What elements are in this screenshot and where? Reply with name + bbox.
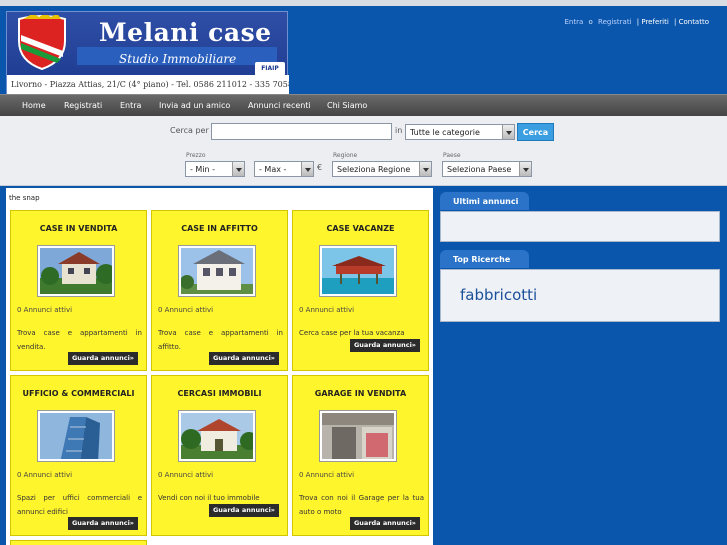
top-ricerche-tab[interactable]: Top Ricerche: [440, 250, 529, 268]
view-listings-button[interactable]: Guarda annunci»: [209, 504, 279, 517]
card-count: 0 Annunci attivi: [299, 306, 355, 314]
view-listings-button[interactable]: Guarda annunci»: [68, 352, 138, 365]
in-label: in: [395, 126, 403, 135]
view-listings-button[interactable]: Guarda annunci»: [350, 517, 420, 530]
card-description: Spazi per uffici commerciali e annunci e…: [17, 494, 142, 516]
regione-select-value: Seleziona Regione: [337, 165, 411, 174]
paese-select[interactable]: Seleziona Paese: [442, 161, 532, 177]
register-link[interactable]: Registrati: [598, 18, 632, 26]
nav-entra[interactable]: Entra: [120, 95, 141, 117]
card-count: 0 Annunci attivi: [158, 471, 214, 479]
property-photo[interactable]: [179, 246, 255, 296]
address-line: Livorno - Piazza Attias, 21/C (4° piano)…: [7, 75, 289, 95]
card-description: Cerca case per la tua vacanza: [299, 329, 405, 337]
ultimi-annunci-box: Ultimi annunci: [440, 192, 720, 242]
chevron-down-icon: [419, 162, 431, 176]
site-header: Melani case Studio Immobiliare FIAIP Liv…: [0, 6, 727, 95]
top-links: Entra o Registrati | Preferiti | Contatt…: [561, 18, 709, 26]
top-ricerche-box: Top Ricerche fabbricotti: [440, 250, 720, 322]
view-listings-button[interactable]: Guarda annunci»: [68, 517, 138, 530]
card-title[interactable]: CASE IN AFFITTO: [152, 224, 287, 233]
top-search-term-link[interactable]: fabbricotti: [460, 286, 537, 304]
search-label: Cerca per: [170, 126, 209, 135]
nav-annunci-recenti[interactable]: Annunci recenti: [248, 95, 311, 117]
prezzo-label: Prezzo: [186, 152, 206, 159]
ultimi-annunci-tab[interactable]: Ultimi annunci: [440, 192, 529, 210]
property-photo[interactable]: [38, 411, 114, 461]
max-price-select[interactable]: - Max -: [254, 161, 314, 177]
property-photo[interactable]: [320, 411, 396, 461]
card-title[interactable]: UFFICIO & COMMERCIALI: [11, 389, 146, 398]
main-nav: Home Registrati Entra Invia ad un amico …: [0, 94, 727, 116]
nav-home[interactable]: Home: [22, 95, 46, 117]
category-card[interactable]: CERCASI IMMOBILI 0 Annunci attivi Vendi …: [151, 375, 288, 536]
category-select-value: Tutte le categorie: [410, 128, 480, 137]
top-ricerche-body: fabbricotti: [440, 269, 720, 322]
max-price-value: - Max -: [259, 165, 287, 174]
search-input[interactable]: [211, 123, 392, 140]
search-button[interactable]: Cerca: [517, 123, 554, 141]
currency-symbol: €: [317, 163, 323, 172]
paese-select-value: Seleziona Paese: [447, 165, 512, 174]
card-count: 0 Annunci attivi: [17, 306, 73, 314]
shield-emblem-icon: [18, 15, 66, 71]
chevron-down-icon: [519, 162, 531, 176]
ultimi-annunci-body: [440, 211, 720, 242]
search-bar: Cerca per in Tutte le categorie Cerca Pr…: [0, 116, 727, 186]
category-card[interactable]: UFFICIO & COMMERCIALI 0 Annunci attivi S…: [10, 375, 147, 536]
view-listings-button[interactable]: Guarda annunci»: [209, 352, 279, 365]
or-text: o: [588, 18, 593, 26]
card-description: Trova case e appartamenti in affitto.: [158, 329, 283, 351]
sitemap-text: the snap: [9, 194, 40, 202]
property-photo[interactable]: [179, 411, 255, 461]
contact-link[interactable]: | Contatto: [674, 18, 709, 26]
login-link[interactable]: Entra: [564, 18, 583, 26]
category-card[interactable]: CASE IN AFFITTO 0 Annunci attivi Trova c…: [151, 210, 288, 371]
nav-invia-amico[interactable]: Invia ad un amico: [159, 95, 230, 117]
category-card[interactable]: CASE IN VENDITA 0 Annunci attivi Trova c…: [10, 210, 147, 371]
card-description: Trova case e appartamenti in vendita.: [17, 329, 142, 351]
regione-select[interactable]: Seleziona Regione: [332, 161, 432, 177]
card-count: 0 Annunci attivi: [17, 471, 73, 479]
property-photo[interactable]: [320, 246, 396, 296]
card-title[interactable]: CASE IN VENDITA: [11, 224, 146, 233]
card-title[interactable]: CASE VACANZE: [293, 224, 428, 233]
min-price-value: - Min -: [190, 165, 216, 174]
category-select[interactable]: Tutte le categorie: [405, 124, 515, 140]
logo-subtitle: Studio Immobiliare: [119, 52, 237, 66]
card-count: 0 Annunci attivi: [158, 306, 214, 314]
nav-chi-siamo[interactable]: Chi Siamo: [327, 95, 367, 117]
category-card[interactable]: CASE VACANZE 0 Annunci attivi Cerca case…: [292, 210, 429, 371]
site-logo[interactable]: Melani case Studio Immobiliare FIAIP Liv…: [6, 11, 289, 95]
view-listings-button[interactable]: Guarda annunci»: [350, 339, 420, 352]
chevron-down-icon: [232, 162, 244, 176]
category-card[interactable]: [10, 540, 147, 545]
logo-title: Melani case: [99, 18, 272, 47]
favorites-link[interactable]: | Preferiti: [637, 18, 669, 26]
categories-panel: the snap CASE IN VENDITA 0 Annunci attiv…: [6, 188, 433, 545]
chevron-down-icon: [502, 125, 514, 139]
fiaip-badge: FIAIP: [255, 62, 285, 76]
chevron-down-icon: [301, 162, 313, 176]
nav-registrati[interactable]: Registrati: [64, 95, 102, 117]
property-photo[interactable]: [38, 246, 114, 296]
category-card[interactable]: GARAGE IN VENDITA 0 Annunci attivi Trova…: [292, 375, 429, 536]
card-title[interactable]: GARAGE IN VENDITA: [293, 389, 428, 398]
card-count: 0 Annunci attivi: [299, 471, 355, 479]
card-description: Trova con noi il Garage per la tua auto …: [299, 494, 424, 516]
regione-label: Regione: [333, 152, 358, 159]
card-description: Vendi con noi il tuo immobile: [158, 494, 260, 502]
paese-label: Paese: [443, 152, 461, 159]
card-title[interactable]: CERCASI IMMOBILI: [152, 389, 287, 398]
min-price-select[interactable]: - Min -: [185, 161, 245, 177]
